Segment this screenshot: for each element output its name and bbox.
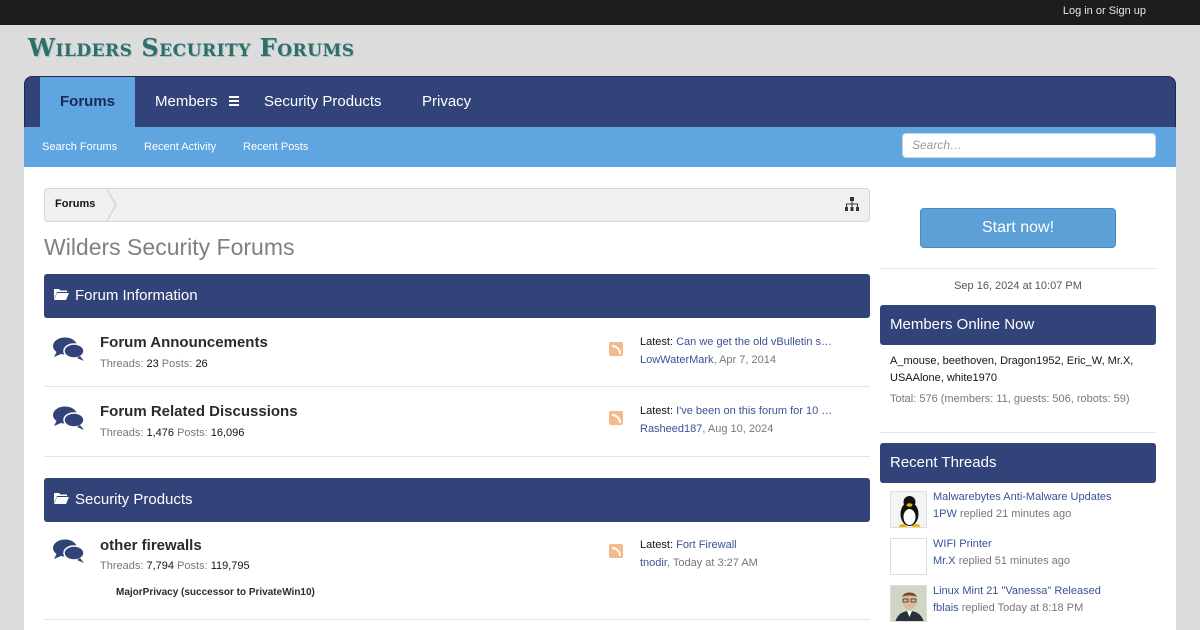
forum-name-link[interactable]: other firewalls — [100, 537, 202, 554]
search-input[interactable]: Search… — [902, 133, 1156, 158]
top-bar: Log in or Sign up — [0, 0, 1200, 25]
forum-stats: Threads: 7,794 Posts: 119,795 — [100, 560, 250, 572]
current-date: Sep 16, 2024 at 10:07 PM — [954, 280, 1082, 292]
login-signup-link[interactable]: Log in or Sign up — [1063, 5, 1146, 17]
chat-bubbles-icon — [53, 539, 85, 563]
latest-post-meta: Rasheed187, Aug 10, 2024 — [640, 423, 774, 435]
latest-post: Latest: Fort Firewall — [640, 539, 737, 551]
tab-privacy[interactable]: Privacy — [422, 77, 471, 128]
search-forums-link[interactable]: Search Forums — [42, 141, 117, 153]
latest-thread-link[interactable]: I've been on this forum for 10 … — [676, 405, 832, 417]
chat-bubbles-icon — [53, 337, 85, 361]
thread-user-link[interactable]: 1PW — [933, 508, 957, 520]
forum-name-link[interactable]: Forum Announcements — [100, 334, 268, 351]
recent-thread-item[interactable]: Linux Mint 21 "Vanessa" Released fblais … — [890, 585, 1156, 623]
category-header-security-products[interactable]: Security Products — [44, 478, 870, 522]
blank-avatar[interactable] — [890, 538, 927, 575]
members-online-header[interactable]: Members Online Now — [880, 305, 1156, 345]
rss-icon[interactable] — [609, 411, 623, 425]
latest-thread-link[interactable]: Can we get the old vBulletin s… — [676, 336, 832, 348]
forum-stats: Threads: 1,476 Posts: 16,096 — [100, 427, 245, 439]
tab-forums[interactable]: Forums — [40, 77, 136, 128]
members-online-total: Total: 576 (members: 11, guests: 506, ro… — [890, 393, 1130, 405]
tab-security-products[interactable]: Security Products — [264, 77, 382, 128]
latest-post: Latest: I've been on this forum for 10 … — [640, 405, 833, 417]
latest-post: Latest: Can we get the old vBulletin s… — [640, 336, 833, 348]
menu-icon[interactable] — [229, 96, 239, 106]
latest-user-link[interactable]: LowWaterMark — [640, 354, 714, 366]
recent-thread-meta: 1PW replied 21 minutes ago — [933, 508, 1072, 520]
category-header-forum-information[interactable]: Forum Information — [44, 274, 870, 318]
latest-post-meta: tnodir, Today at 3:27 AM — [640, 557, 758, 569]
start-now-button[interactable]: Start now! — [920, 208, 1116, 248]
folder-open-icon — [54, 493, 69, 504]
recent-thread-title[interactable]: Malwarebytes Anti-Malware Updates — [933, 491, 1112, 503]
rss-icon[interactable] — [609, 544, 623, 558]
recent-thread-item[interactable]: WIFI Printer Mr.X replied 51 minutes ago — [890, 538, 1156, 576]
page-title: Wilders Security Forums — [44, 234, 295, 260]
site-logo[interactable]: Wilders Security Forums — [28, 33, 355, 62]
recent-thread-item[interactable]: Malwarebytes Anti-Malware Updates 1PW re… — [890, 491, 1156, 529]
category-title: Forum Information — [75, 287, 198, 304]
sub-nav: Search Forums Recent Activity Recent Pos… — [24, 127, 1176, 167]
recent-thread-meta: fblais replied Today at 8:18 PM — [933, 602, 1084, 614]
rss-icon[interactable] — [609, 342, 623, 356]
breadcrumb-forums[interactable]: Forums — [55, 198, 95, 210]
folder-open-icon — [54, 289, 69, 300]
thread-user-link[interactable]: fblais — [933, 602, 959, 614]
sitemap-icon[interactable] — [845, 197, 859, 211]
recent-thread-title[interactable]: Linux Mint 21 "Vanessa" Released — [933, 585, 1101, 597]
latest-user-link[interactable]: tnodir — [640, 557, 667, 569]
main-content: Forums Wilders Security Forums Forum Inf… — [24, 167, 1176, 630]
subforum-link[interactable]: MajorPrivacy (successor to PrivateWin10) — [116, 587, 315, 598]
recent-activity-link[interactable]: Recent Activity — [144, 141, 216, 153]
person-avatar[interactable] — [890, 585, 927, 622]
recent-posts-link[interactable]: Recent Posts — [243, 141, 308, 153]
latest-user-link[interactable]: Rasheed187 — [640, 423, 702, 435]
recent-thread-title[interactable]: WIFI Printer — [933, 538, 992, 550]
forum-stats: Threads: 23 Posts: 26 — [100, 358, 208, 370]
thread-user-link[interactable]: Mr.X — [933, 555, 956, 567]
main-nav: Forums Members Security Products Privacy — [24, 76, 1176, 128]
breadcrumb: Forums — [44, 188, 870, 222]
tab-members[interactable]: Members — [155, 77, 218, 128]
category-title: Security Products — [75, 491, 193, 508]
tux-avatar[interactable] — [890, 491, 927, 528]
latest-post-meta: LowWaterMark, Apr 7, 2014 — [640, 354, 776, 366]
recent-threads-header[interactable]: Recent Threads — [880, 443, 1156, 483]
recent-thread-meta: Mr.X replied 51 minutes ago — [933, 555, 1070, 567]
latest-thread-link[interactable]: Fort Firewall — [676, 539, 737, 551]
chat-bubbles-icon — [53, 406, 85, 430]
members-online-list: A_mouse, beethoven, Dragon1952, Eric_W, … — [890, 355, 1134, 384]
forum-name-link[interactable]: Forum Related Discussions — [100, 403, 298, 420]
